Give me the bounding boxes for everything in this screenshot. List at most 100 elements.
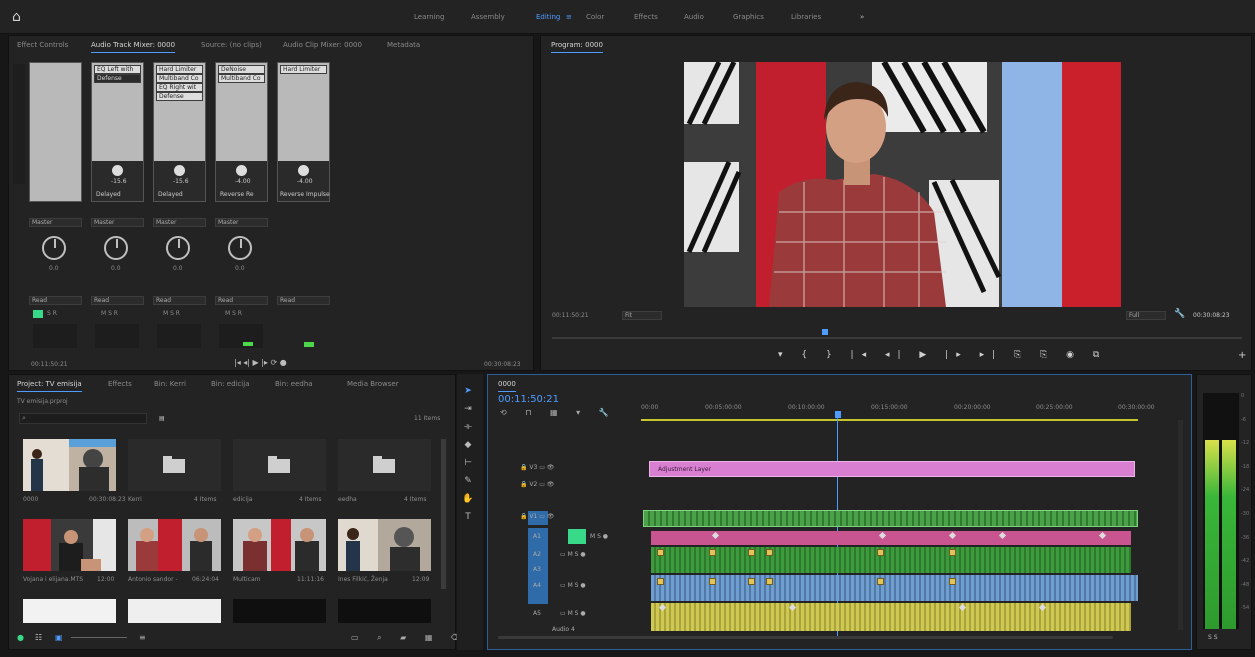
program-timecode[interactable]: 00:11:50:21 xyxy=(552,312,589,319)
workspace-graphics[interactable]: Graphics xyxy=(733,13,764,21)
icon-view-icon[interactable]: ▣ xyxy=(55,633,63,642)
timeline-playhead-head[interactable] xyxy=(835,411,841,418)
effect-slot[interactable]: Hard Limiter xyxy=(280,65,327,74)
mute-solo-buttons[interactable]: M S R xyxy=(163,310,180,317)
effect-slot[interactable]: Hard Limiter xyxy=(156,65,203,74)
tab-program[interactable]: Program: 0000 xyxy=(551,41,603,53)
effect-slot[interactable]: EQ Left with xyxy=(94,65,141,74)
media-thumbnail[interactable] xyxy=(338,599,431,623)
effect-slot[interactable]: EQ Right wit xyxy=(156,83,203,92)
add-button-icon[interactable]: + xyxy=(1238,350,1246,361)
bin-folder-icon[interactable] xyxy=(338,439,431,491)
clip-marker[interactable] xyxy=(949,578,956,585)
pan-knob[interactable] xyxy=(166,236,190,260)
automation-mode[interactable]: Read xyxy=(91,296,144,305)
workspace-color[interactable]: Color xyxy=(586,13,604,21)
track-controls[interactable]: ▭ M S ● xyxy=(560,582,586,589)
track-controls[interactable]: ▭ M S ● xyxy=(560,551,586,558)
audio-track-sync-button[interactable] xyxy=(568,529,586,544)
workspace-menu-icon[interactable]: ≡ xyxy=(566,13,572,21)
bin-folder-icon[interactable] xyxy=(128,439,221,491)
send-label[interactable]: Reverse Re xyxy=(220,191,254,198)
razor-tool-icon[interactable]: ◆ xyxy=(462,439,474,451)
media-thumbnail[interactable] xyxy=(23,439,116,491)
track-header-v3[interactable]: 🔒 V3 ▭ 👁 xyxy=(520,464,554,471)
work-area-bar[interactable] xyxy=(641,419,1138,421)
pen-tool-icon[interactable]: ✎ xyxy=(462,475,474,487)
slip-tool-icon[interactable]: ⊢ xyxy=(462,457,474,469)
project-footer-buttons[interactable]: ▭ ⌕ ▰ ▦ ⌫ xyxy=(351,633,470,643)
playhead-marker[interactable] xyxy=(822,329,828,335)
clip-marker[interactable] xyxy=(709,578,716,585)
playhead-scrubber[interactable] xyxy=(552,337,1242,339)
home-icon[interactable]: ⌂ xyxy=(12,9,28,25)
workspace-libraries[interactable]: Libraries xyxy=(791,13,821,21)
send-label[interactable]: Delayed xyxy=(96,191,121,198)
mixer-timecode[interactable]: 00:11:50:21 xyxy=(31,361,68,368)
new-bin-icon[interactable]: ▤ xyxy=(159,415,165,422)
mixer-transport-controls[interactable]: |◂ ◂| ▶ |▸ ⟳ ● xyxy=(234,358,287,367)
pan-knob[interactable] xyxy=(42,236,66,260)
send-label[interactable]: Reverse Impulse xyxy=(280,191,330,198)
track-controls[interactable]: M S ● xyxy=(590,533,608,540)
timeline-vertical-scrollbar[interactable] xyxy=(1178,420,1183,630)
output-select[interactable]: Master xyxy=(215,218,268,227)
type-tool-icon[interactable]: T xyxy=(462,511,474,523)
audio-clip-a4[interactable] xyxy=(651,603,1131,631)
effect-slot[interactable]: Defense xyxy=(94,74,141,83)
track-header-v1[interactable]: 🔒 V1 ▭ 👁 xyxy=(520,513,554,520)
send-label[interactable]: Delayed xyxy=(158,191,183,198)
clip-marker[interactable] xyxy=(709,549,716,556)
media-thumbnail[interactable] xyxy=(23,519,116,571)
program-transport-controls[interactable]: ▾ { } |◂ ◂| ▶ |▸ ▸| ⎘ ⎘ ◉ ⧉ xyxy=(778,350,1107,360)
send-knob-icon[interactable] xyxy=(112,165,123,176)
tab-sequence[interactable]: 0000 xyxy=(498,380,516,392)
tab-audio-clip-mixer[interactable]: Audio Clip Mixer: 0000 xyxy=(283,41,362,49)
volume-fader[interactable] xyxy=(157,324,201,348)
audio-clip-a2[interactable] xyxy=(651,547,1131,573)
lock-icon[interactable]: ● xyxy=(17,633,24,642)
pan-value[interactable]: 0.0 xyxy=(111,265,121,272)
pan-value[interactable]: 0.0 xyxy=(173,265,183,272)
audio-clip-a1[interactable] xyxy=(651,531,1131,545)
solo-button[interactable]: S R xyxy=(47,310,57,317)
effect-slot[interactable]: Multiband Co xyxy=(218,74,265,83)
workspace-assembly[interactable]: Assembly xyxy=(471,13,505,21)
media-thumbnail[interactable] xyxy=(338,519,431,571)
tab-audio-track-mixer[interactable]: Audio Track Mixer: 0000 xyxy=(91,41,176,53)
workspace-effects[interactable]: Effects xyxy=(634,13,658,21)
timeline-toolbar[interactable]: ⟲ ⊓ ▦ ▾ 🔧 xyxy=(500,408,617,417)
ripple-edit-tool-icon[interactable]: ⟛ xyxy=(462,421,474,433)
adjustment-layer-clip[interactable]: Adjustment Layer xyxy=(649,461,1135,477)
timeline-timecode[interactable]: 00:11:50:21 xyxy=(498,394,559,405)
track-select-tool-icon[interactable]: ⇥ xyxy=(462,403,474,415)
tab-project[interactable]: Project: TV emisija xyxy=(17,380,82,392)
pan-value[interactable]: 0.0 xyxy=(49,265,59,272)
automation-mode[interactable]: Read xyxy=(153,296,206,305)
hand-tool-icon[interactable]: ✋ xyxy=(462,493,474,505)
project-scrollbar[interactable] xyxy=(441,439,446,589)
wrench-icon[interactable]: 🔧 xyxy=(1174,309,1185,319)
tab-source[interactable]: Source: (no clips) xyxy=(201,41,262,49)
workspace-editing[interactable]: Editing xyxy=(536,13,560,21)
output-select[interactable]: Master xyxy=(153,218,206,227)
more-workspaces-icon[interactable]: » xyxy=(860,13,864,21)
mute-solo-buttons[interactable]: M S R xyxy=(225,310,242,317)
track-header-v2[interactable]: 🔒 V2 ▭ 👁 xyxy=(520,481,554,488)
output-select[interactable]: Master xyxy=(91,218,144,227)
meter-solo-buttons[interactable]: S S xyxy=(1208,634,1218,641)
automation-mode[interactable]: Read xyxy=(215,296,268,305)
tab-media-browser[interactable]: Media Browser xyxy=(347,380,399,388)
track-controls[interactable]: ▭ M S ● xyxy=(560,610,586,617)
automation-mode[interactable]: Read xyxy=(277,296,330,305)
pan-value[interactable]: 0.0 xyxy=(235,265,245,272)
tab-effects[interactable]: Effects xyxy=(108,380,132,388)
send-knob-icon[interactable] xyxy=(174,165,185,176)
pan-knob[interactable] xyxy=(228,236,252,260)
tab-bin-kerri[interactable]: Bin: Kerri xyxy=(154,380,186,388)
tab-metadata[interactable]: Metadata xyxy=(387,41,420,49)
list-view-icon[interactable]: ☷ xyxy=(35,633,42,642)
pan-knob[interactable] xyxy=(104,236,128,260)
sort-icon[interactable]: ≡ xyxy=(139,633,146,642)
clip-marker[interactable] xyxy=(748,578,755,585)
